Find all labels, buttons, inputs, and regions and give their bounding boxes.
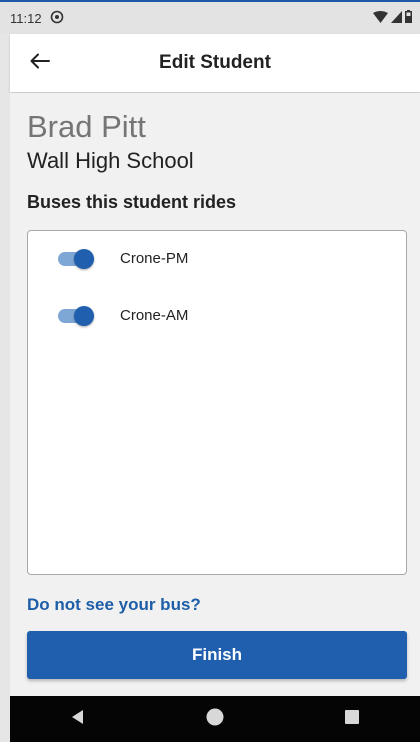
wifi-icon <box>373 10 388 26</box>
school-name: Wall High School <box>27 148 194 173</box>
status-left: 11:12 <box>10 10 64 27</box>
signal-icon <box>391 10 402 26</box>
bus-toggle-crone-am[interactable] <box>58 306 98 326</box>
status-time: 11:12 <box>10 10 42 26</box>
page-title: Edit Student <box>159 52 271 73</box>
arrow-left-icon <box>30 53 50 74</box>
bus-label: Crone-AM <box>120 307 189 324</box>
buses-section-title: Buses this student rides <box>27 192 237 212</box>
nav-recents-button[interactable] <box>322 696 382 742</box>
missing-bus-link[interactable]: Do not see your bus? <box>27 595 201 615</box>
left-edge-strip <box>0 34 10 742</box>
back-button[interactable] <box>26 49 54 77</box>
finish-button[interactable]: Finish <box>27 631 407 679</box>
app-bar: Edit Student <box>10 34 420 92</box>
main-content: Brad Pitt Wall High School Buses this st… <box>10 93 420 696</box>
status-bar: 11:12 <box>0 2 420 34</box>
sync-icon <box>50 10 64 27</box>
bus-list-item: Crone-PM <box>28 239 406 279</box>
toggle-thumb <box>74 249 94 269</box>
recents-square-icon <box>344 709 359 729</box>
nav-back-button[interactable] <box>48 696 108 742</box>
bus-label: Crone-PM <box>120 250 189 267</box>
bus-toggle-crone-pm[interactable] <box>58 249 98 269</box>
bus-list-item: Crone-AM <box>28 296 406 336</box>
bus-list-card: Crone-PM Crone-AM <box>27 230 407 575</box>
system-nav-bar <box>10 696 420 742</box>
status-right <box>373 10 412 26</box>
student-name: Brad Pitt <box>27 109 146 144</box>
home-circle-icon <box>206 708 224 731</box>
nav-home-button[interactable] <box>185 696 245 742</box>
back-triangle-icon <box>72 709 84 729</box>
battery-icon <box>405 10 412 26</box>
toggle-thumb <box>74 306 94 326</box>
